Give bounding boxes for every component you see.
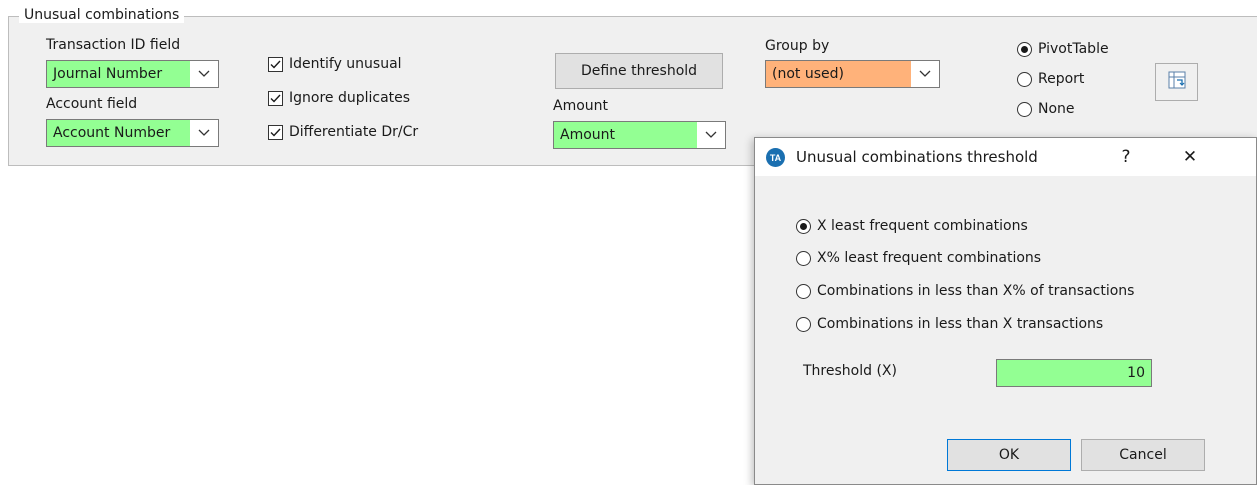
ignore-duplicates-label: Ignore duplicates bbox=[289, 90, 411, 106]
threshold-dialog: TA Unusual combinations threshold ? ✕ X … bbox=[754, 137, 1257, 485]
dialog-title: Unusual combinations threshold bbox=[796, 148, 1038, 166]
differentiate-dr-cr-label: Differentiate Dr/Cr bbox=[289, 124, 419, 140]
cancel-button[interactable]: Cancel bbox=[1081, 439, 1205, 471]
amount-select[interactable]: Amount bbox=[553, 121, 726, 149]
account-field-select[interactable]: Account Number bbox=[46, 119, 219, 147]
account-field-label: Account field bbox=[46, 96, 138, 112]
threshold-label: Threshold (X) bbox=[803, 363, 897, 379]
less-than-x-transactions-radio[interactable]: Combinations in less than X transactions bbox=[796, 316, 1103, 332]
dialog-titlebar: TA Unusual combinations threshold ? ✕ bbox=[755, 138, 1256, 176]
radio-empty-icon[interactable] bbox=[796, 250, 811, 266]
checkmark-icon[interactable] bbox=[268, 56, 283, 72]
threshold-input[interactable]: 10 bbox=[996, 359, 1152, 387]
group-by-label: Group by bbox=[765, 38, 830, 54]
transaction-id-select[interactable]: Journal Number bbox=[46, 60, 219, 88]
option-label: X% least frequent combinations bbox=[817, 250, 1042, 266]
pivottable-radio[interactable]: PivotTable bbox=[1017, 41, 1109, 57]
x-percent-least-frequent-radio[interactable]: X% least frequent combinations bbox=[796, 250, 1041, 266]
radio-empty-icon[interactable] bbox=[1017, 101, 1032, 117]
differentiate-dr-cr-checkbox[interactable]: Differentiate Dr/Cr bbox=[268, 124, 418, 140]
ok-button[interactable]: OK bbox=[947, 439, 1071, 471]
option-label: X least frequent combinations bbox=[817, 218, 1028, 234]
option-label: Combinations in less than X% of transact… bbox=[817, 283, 1135, 299]
account-field-value: Account Number bbox=[47, 120, 190, 146]
report-label: Report bbox=[1038, 71, 1085, 87]
radio-selected-icon[interactable] bbox=[796, 218, 811, 234]
none-label: None bbox=[1038, 101, 1075, 117]
amount-value: Amount bbox=[554, 122, 697, 148]
less-than-x-percent-radio[interactable]: Combinations in less than X% of transact… bbox=[796, 283, 1134, 299]
identify-unusual-label: Identify unusual bbox=[289, 56, 402, 72]
report-radio[interactable]: Report bbox=[1017, 71, 1084, 87]
pivottable-label: PivotTable bbox=[1038, 41, 1109, 57]
group-by-value: (not used) bbox=[766, 61, 911, 87]
radio-empty-icon[interactable] bbox=[796, 316, 811, 332]
checkmark-icon[interactable] bbox=[268, 124, 283, 140]
panel-title: Unusual combinations bbox=[19, 7, 185, 23]
close-button[interactable]: ✕ bbox=[1175, 144, 1205, 170]
amount-label: Amount bbox=[553, 98, 609, 114]
chevron-down-icon[interactable] bbox=[190, 61, 218, 87]
transaction-id-label: Transaction ID field bbox=[46, 37, 181, 53]
identify-unusual-checkbox[interactable]: Identify unusual bbox=[268, 56, 402, 72]
app-icon: TA bbox=[766, 148, 785, 167]
transaction-id-value: Journal Number bbox=[47, 61, 190, 87]
radio-selected-icon[interactable] bbox=[1017, 41, 1032, 57]
chevron-down-icon[interactable] bbox=[697, 122, 725, 148]
option-label: Combinations in less than X transactions bbox=[817, 316, 1104, 332]
help-button[interactable]: ? bbox=[1115, 144, 1137, 170]
chevron-down-icon[interactable] bbox=[190, 120, 218, 146]
group-by-select[interactable]: (not used) bbox=[765, 60, 940, 88]
swap-layout-icon bbox=[1167, 70, 1187, 94]
radio-empty-icon[interactable] bbox=[796, 283, 811, 299]
chevron-down-icon[interactable] bbox=[911, 61, 939, 87]
x-least-frequent-radio[interactable]: X least frequent combinations bbox=[796, 218, 1028, 234]
checkmark-icon[interactable] bbox=[268, 90, 283, 106]
radio-empty-icon[interactable] bbox=[1017, 71, 1032, 87]
ignore-duplicates-checkbox[interactable]: Ignore duplicates bbox=[268, 90, 410, 106]
define-threshold-button[interactable]: Define threshold bbox=[555, 53, 723, 89]
none-radio[interactable]: None bbox=[1017, 101, 1075, 117]
swap-layout-button[interactable] bbox=[1155, 63, 1198, 101]
